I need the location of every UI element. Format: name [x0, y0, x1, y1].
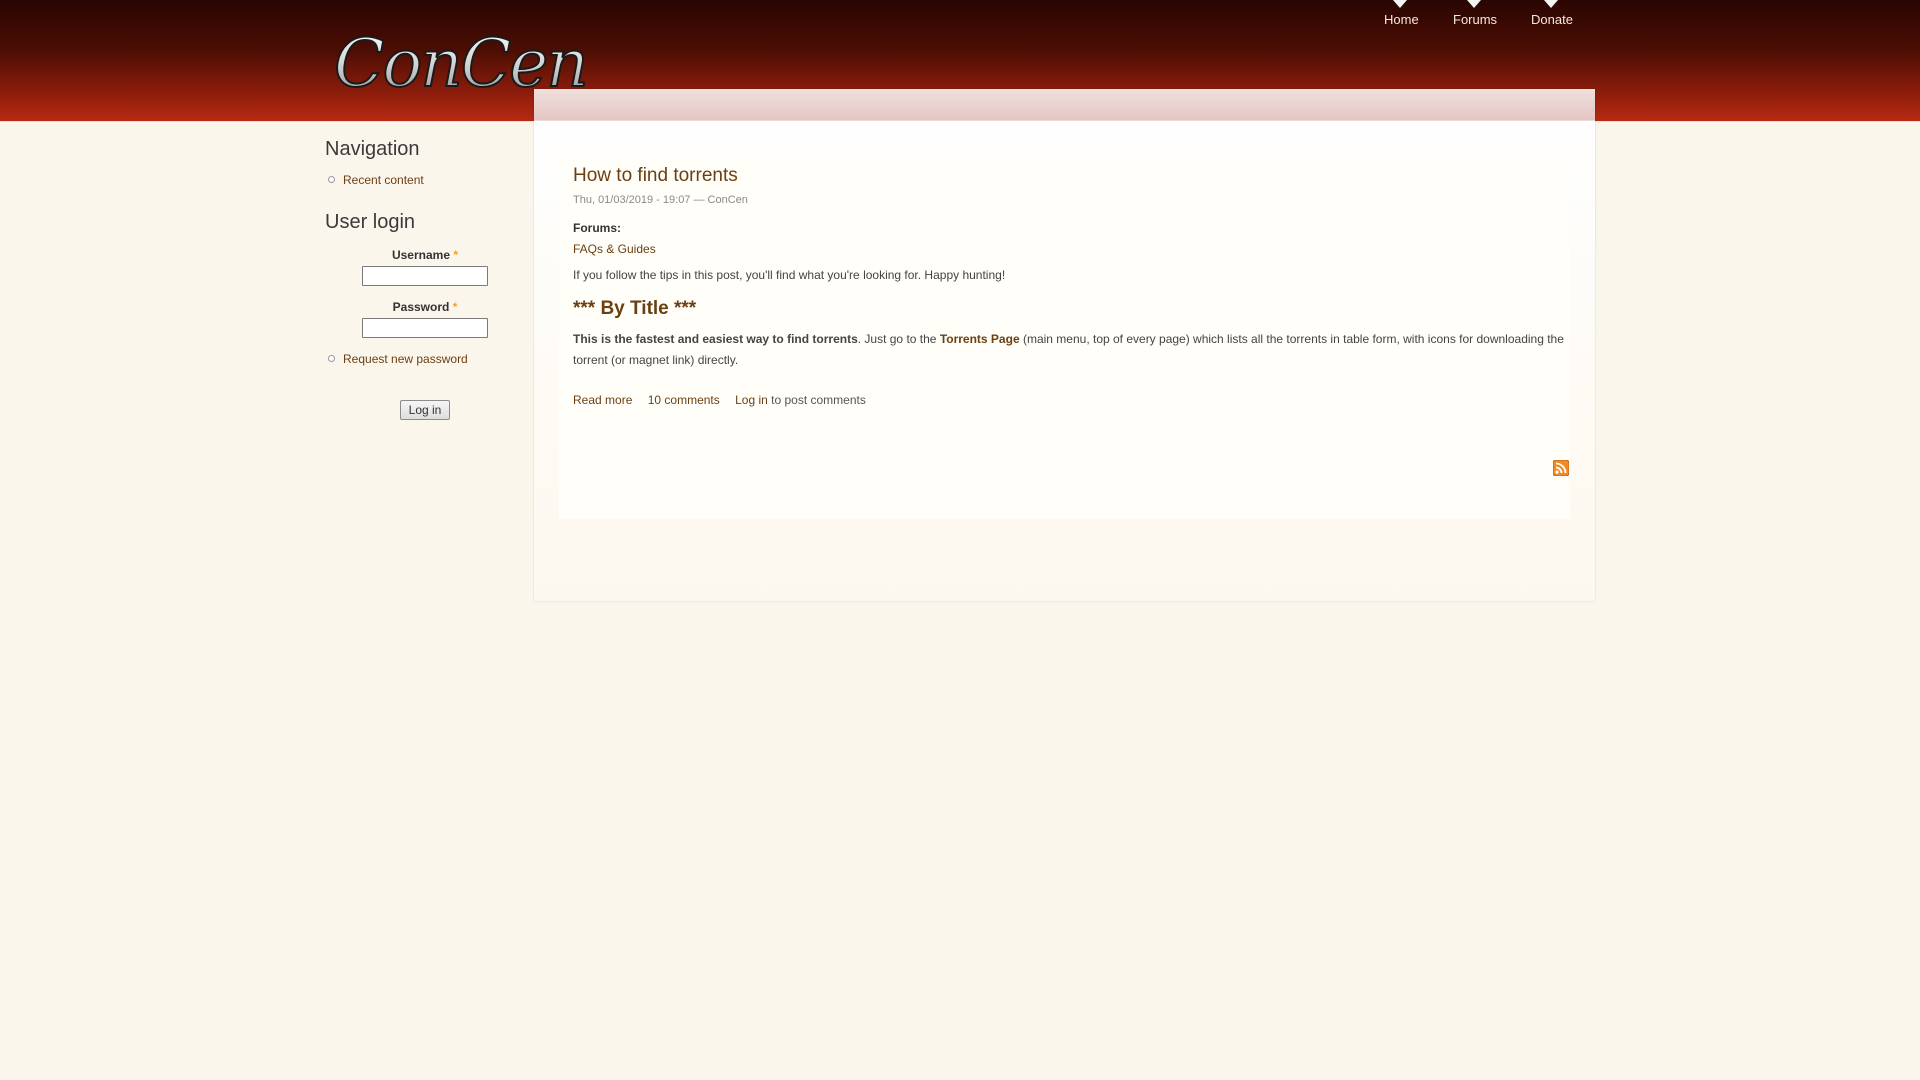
required-marker: *	[453, 248, 459, 262]
body-strong-text: This is the fastest and easiest way to f…	[573, 332, 858, 346]
user-login-title: User login	[325, 211, 416, 233]
log-in-button[interactable]: Log in	[399, 400, 451, 420]
forums-field-value: FAQs & Guides	[573, 242, 1573, 256]
navigation-item: Recent content	[325, 171, 525, 189]
menu-indicator-icon	[1544, 0, 1558, 8]
article-title-link[interactable]: How to find torrents	[573, 165, 738, 186]
password-label: Password *	[325, 300, 525, 314]
article: How to find torrents Thu, 01/03/2019 - 1…	[573, 165, 1573, 407]
password-label-text: Password	[392, 300, 450, 314]
navigation-block: Navigation Recent content	[325, 138, 525, 189]
recent-content-link[interactable]: Recent content	[343, 173, 424, 187]
rss-feed-icon[interactable]	[1552, 459, 1570, 477]
article-body: This is the fastest and easiest way to f…	[573, 329, 1573, 371]
username-field[interactable]	[362, 266, 488, 286]
login-link[interactable]: Log in	[735, 393, 768, 407]
article-intro: If you follow the tips in this post, you…	[573, 268, 1006, 282]
article-links: Read more 10 comments Log in to post com…	[573, 393, 1573, 407]
section-heading: *** By Title ***	[573, 298, 697, 319]
username-label-text: Username	[391, 248, 450, 262]
username-label: Username *	[325, 248, 525, 262]
menu-item-donate[interactable]: Donate	[1531, 0, 1573, 30]
sidebar: Navigation Recent content User login Use…	[325, 138, 525, 420]
navigation-list: Recent content	[325, 171, 525, 189]
article-meta: Thu, 01/03/2019 - 19:07 — ConCen	[573, 194, 748, 206]
read-more-link[interactable]: Read more	[573, 393, 632, 407]
torrents-page-link[interactable]: Torrents Page	[940, 332, 1020, 346]
menu-indicator-icon	[1467, 0, 1481, 8]
user-login-block: User login Username * Password * Request…	[325, 211, 525, 420]
navigation-title: Navigation	[325, 138, 420, 160]
required-marker: *	[452, 300, 458, 314]
login-suffix-text: to post comments	[767, 393, 866, 407]
active-indicator-icon	[1393, 0, 1407, 8]
circle-bullet-icon	[328, 355, 335, 362]
login-to-comment: Log in to post comments	[735, 393, 866, 407]
forums-field-label: Forums:	[573, 221, 621, 235]
forum-link[interactable]: FAQs & Guides	[573, 242, 656, 256]
login-link-item: Request new password	[325, 350, 525, 368]
password-field[interactable]	[362, 318, 488, 338]
menu-item-home[interactable]: Home	[1384, 0, 1419, 30]
login-links: Request new password	[325, 350, 525, 368]
content-top-bar	[534, 89, 1595, 121]
request-new-password-link[interactable]: Request new password	[343, 352, 468, 366]
menu-item-forums[interactable]: Forums	[1453, 0, 1497, 30]
article-title[interactable]: How to find torrents	[573, 165, 1573, 187]
comments-link[interactable]: 10 comments	[648, 393, 720, 407]
main-content: How to find torrents Thu, 01/03/2019 - 1…	[534, 89, 1595, 601]
circle-bullet-icon	[328, 176, 335, 183]
body-text: . Just go to the	[857, 332, 940, 346]
